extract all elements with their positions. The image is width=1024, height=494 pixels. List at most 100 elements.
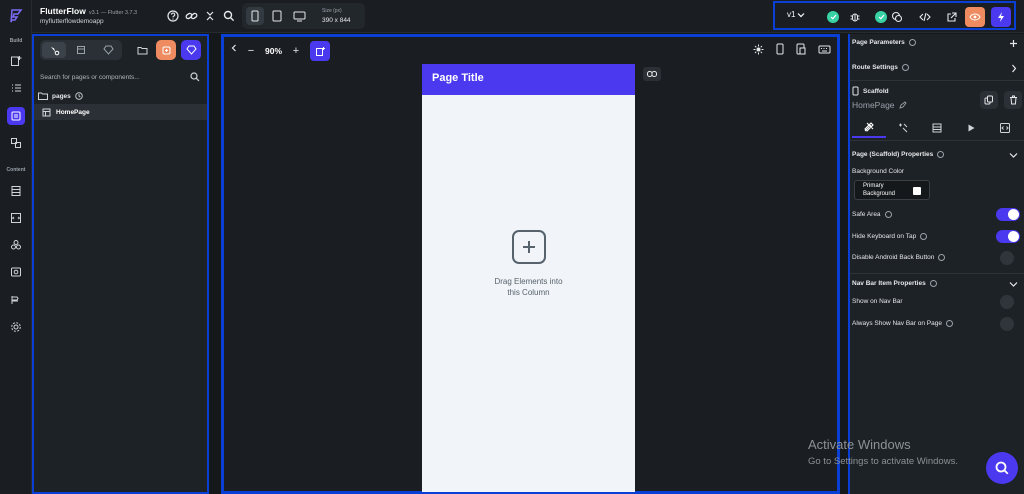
page-title: Page Title: [432, 72, 484, 84]
zoom-controls: − 90% +: [246, 41, 331, 61]
tablet-device-icon[interactable]: [268, 7, 286, 25]
add-page-button-icon[interactable]: [156, 40, 176, 60]
properties-tab-icon[interactable]: [852, 118, 886, 138]
info-icon: [938, 254, 946, 261]
code-view-icon[interactable]: [915, 7, 935, 27]
list-icon[interactable]: [7, 79, 25, 97]
mobile-preview-icon[interactable]: [776, 43, 784, 55]
hide-keyboard-toggle[interactable]: [996, 230, 1020, 243]
safe-area-toggle[interactable]: [996, 208, 1020, 221]
add-icon[interactable]: [1009, 39, 1018, 48]
content-section-label: Content: [6, 167, 26, 173]
app-title: FlutterFlow: [40, 6, 86, 16]
chevron-down-icon[interactable]: [1009, 281, 1018, 288]
hide-keyboard-row: Hide Keyboard on Tap: [852, 233, 928, 240]
add-component-button-icon[interactable]: [181, 40, 201, 60]
property-tabs: [852, 118, 1022, 138]
pages-tab-icon[interactable]: [42, 42, 66, 58]
settings-icon[interactable]: [7, 318, 25, 336]
info-icon: [920, 233, 928, 240]
add-folder-icon[interactable]: [132, 40, 152, 60]
activate-windows-title: Activate Windows: [808, 437, 911, 452]
app-version: v3.1 — Flutter 3.7.3: [88, 10, 138, 16]
layers-icon[interactable]: [7, 107, 25, 125]
bug-icon[interactable]: [845, 7, 865, 27]
design-canvas: − 90% + Page Title Drag Elements into th…: [221, 34, 840, 494]
open-external-icon[interactable]: [941, 7, 961, 27]
pages-folder[interactable]: pages: [38, 92, 83, 100]
search-fab[interactable]: [986, 452, 1018, 484]
background-color-line1: Primary: [863, 183, 884, 189]
copy-icon[interactable]: [980, 91, 998, 109]
scaffold-properties-header[interactable]: Page (Scaffold) Properties: [852, 151, 945, 158]
check-status-icon[interactable]: [823, 7, 843, 27]
clock-icon[interactable]: [75, 92, 83, 100]
search-icon[interactable]: [222, 9, 236, 23]
divider: [850, 80, 1024, 81]
actions-tab-icon[interactable]: [954, 118, 988, 138]
teams-icon[interactable]: [7, 236, 25, 254]
widget-tree-icon[interactable]: [7, 134, 25, 152]
drop-hint-line2: this Column: [507, 288, 550, 297]
panel-tabs: [40, 40, 122, 60]
background-color-label: Background Color: [852, 168, 905, 175]
column-drop-zone[interactable]: Drag Elements into this Column: [422, 230, 635, 298]
drop-hint-line1: Drag Elements into: [494, 277, 563, 286]
zoom-out-icon[interactable]: −: [246, 45, 256, 57]
nav-bar-properties-header[interactable]: Nav Bar Item Properties: [852, 280, 937, 287]
light-mode-icon[interactable]: [753, 44, 764, 55]
chevron-down-icon[interactable]: [1009, 152, 1018, 159]
chevron-left-icon[interactable]: [230, 44, 238, 52]
show-on-nav-toggle[interactable]: [1000, 295, 1014, 309]
code-tab-icon[interactable]: [988, 118, 1022, 138]
edit-icon[interactable]: [898, 101, 907, 109]
always-show-nav-toggle[interactable]: [1000, 317, 1014, 331]
phone-device-icon[interactable]: [246, 7, 264, 25]
state-tab-icon[interactable]: [920, 118, 954, 138]
version-select[interactable]: v1: [787, 10, 805, 19]
version-select-value: v1: [787, 10, 796, 19]
collapse-arrows-icon[interactable]: [203, 9, 217, 23]
widget-name[interactable]: HomePage: [852, 100, 907, 110]
safe-area-label: Safe Area: [852, 211, 881, 218]
app-bar[interactable]: Page Title: [422, 64, 635, 95]
device-frame-icon[interactable]: [796, 43, 806, 55]
size-value[interactable]: 390 x 844: [322, 17, 351, 24]
scaffold-properties-label: Page (Scaffold) Properties: [852, 151, 934, 158]
nav-bar-properties-label: Nav Bar Item Properties: [852, 280, 926, 287]
desktop-device-icon[interactable]: [290, 7, 308, 25]
page-item-homepage[interactable]: HomePage: [34, 104, 207, 120]
info-icon: [929, 280, 937, 287]
page-search-input[interactable]: [40, 70, 185, 84]
backend-query-tab-icon[interactable]: [886, 118, 920, 138]
preview-eye-icon[interactable]: [965, 7, 985, 27]
api-icon[interactable]: [7, 291, 25, 309]
background-color-picker[interactable]: Primary Background: [854, 180, 930, 200]
table-icon[interactable]: [7, 182, 25, 200]
chevron-right-icon[interactable]: [1010, 64, 1018, 73]
add-page-icon[interactable]: [7, 52, 25, 70]
delete-icon[interactable]: [1004, 91, 1022, 109]
route-settings-row[interactable]: Route Settings: [852, 64, 909, 71]
run-lightning-icon[interactable]: [991, 7, 1011, 27]
link-icon[interactable]: [184, 9, 198, 23]
link-icon[interactable]: [643, 67, 661, 81]
help-icon[interactable]: [166, 9, 180, 23]
add-widget-icon[interactable]: [310, 41, 331, 61]
page-parameters-row[interactable]: Page Parameters: [852, 39, 916, 46]
media-icon[interactable]: [7, 263, 25, 281]
search-icon[interactable]: [190, 72, 200, 82]
canvas-view-icons: [753, 43, 831, 55]
components-tab-icon[interactable]: [69, 42, 93, 58]
disable-back-toggle[interactable]: [1000, 251, 1014, 265]
code-icon[interactable]: [7, 209, 25, 227]
marketplace-tab-icon[interactable]: [96, 42, 120, 58]
app-name: FlutterFlow v3.1 — Flutter 3.7.3: [40, 6, 137, 16]
info-icon: [884, 211, 892, 218]
flutterflow-editor: Build Content FlutterFlow v3.1 — Flutter…: [0, 0, 1024, 494]
add-icon[interactable]: [511, 230, 546, 264]
chat-icon[interactable]: [887, 7, 907, 27]
keyboard-icon[interactable]: [818, 45, 831, 54]
background-color-line2: Background: [863, 190, 896, 197]
zoom-in-icon[interactable]: +: [291, 45, 301, 57]
